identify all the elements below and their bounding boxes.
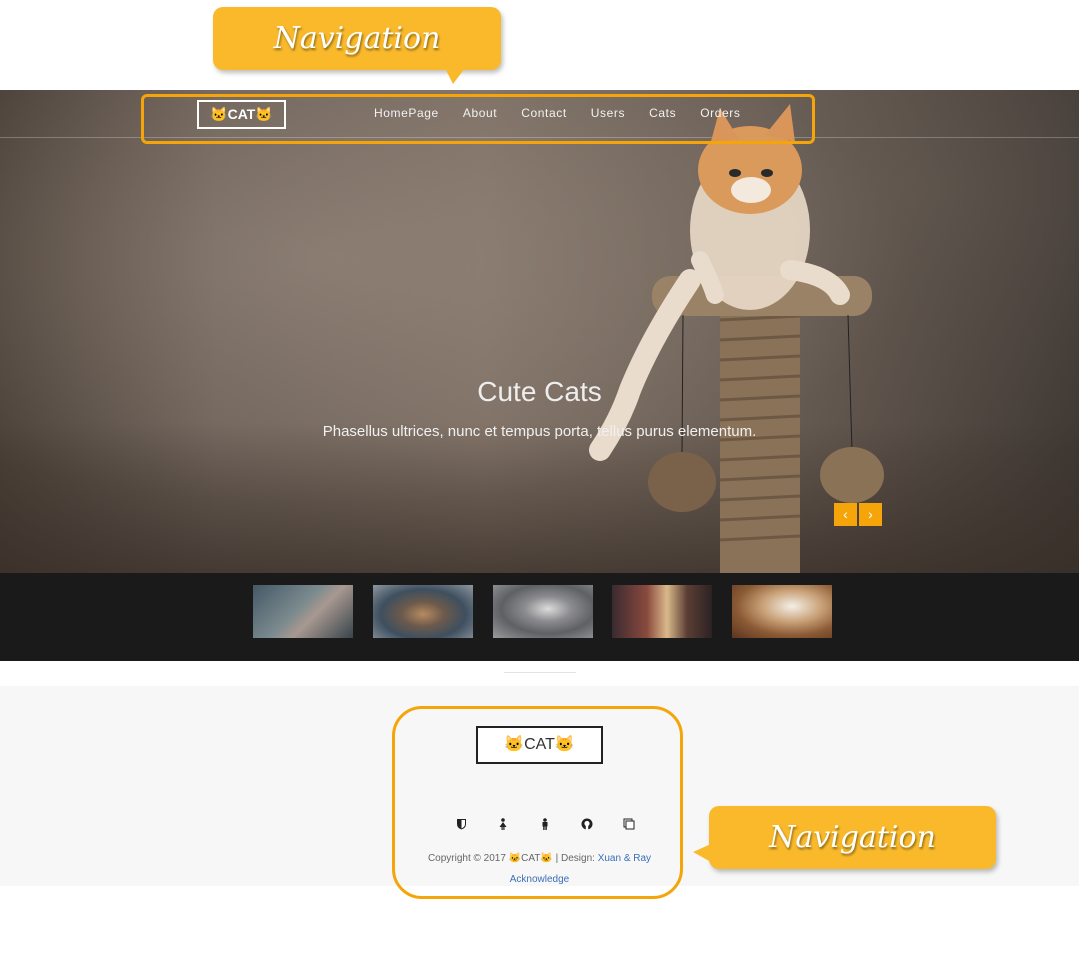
nav-link-contact[interactable]: Contact (509, 106, 579, 120)
nav-link-about[interactable]: About (451, 106, 509, 120)
github-icon[interactable] (566, 818, 608, 833)
nav-link-users[interactable]: Users (579, 106, 637, 120)
nav-link-orders[interactable]: Orders (688, 106, 752, 120)
navigation-callout-top: Navigation (213, 7, 501, 84)
hero-subtitle: Phasellus ultrices, nunc et tempus porta… (322, 423, 757, 440)
carousel-next-button[interactable]: › (859, 503, 882, 526)
cat-thumbnail-3[interactable] (493, 585, 593, 638)
navbar-logo[interactable]: 🐱CAT🐱 (197, 100, 286, 129)
navigation-callout-bottom: Navigation (693, 806, 996, 869)
cat-thumbnail-4[interactable] (612, 585, 712, 638)
hero-title: Cute Cats (477, 376, 602, 407)
copyright-text: Copyright © 2017 🐱CAT🐱 | Design: (427, 853, 598, 864)
female-user-icon[interactable] (482, 818, 524, 833)
cat-thumbnail-1[interactable] (253, 585, 353, 638)
main-navigation: HomePage About Contact Users Cats Orders (362, 106, 752, 120)
nav-link-homepage[interactable]: HomePage (362, 106, 451, 120)
page: Navigation Cute Cats Phasellus ultrices,… (0, 0, 1079, 958)
hero-carousel: Cute Cats Phasellus ultrices, nunc et te… (0, 90, 1079, 573)
carousel-prev-button[interactable]: ‹ (834, 503, 857, 526)
cat-thumbnail-5[interactable] (732, 585, 832, 638)
footer-logo[interactable]: 🐱CAT🐱 (476, 726, 603, 764)
kitten-on-scratching-post-image (589, 104, 884, 573)
carousel-controls: ‹ › (834, 503, 882, 526)
social-links (440, 818, 650, 833)
designer-link[interactable]: Xuan & Ray (598, 853, 651, 864)
copy-icon[interactable] (608, 818, 650, 833)
nav-link-cats[interactable]: Cats (637, 106, 688, 120)
thumbnail-strip (0, 573, 1079, 661)
section-divider (504, 672, 576, 673)
chevron-right-icon: › (868, 506, 873, 522)
male-user-icon[interactable] (524, 818, 566, 833)
shield-icon[interactable] (440, 818, 482, 833)
acknowledge-link[interactable]: Acknowledge (510, 874, 569, 885)
chevron-left-icon: ‹ (843, 506, 848, 522)
cat-thumbnail-2[interactable] (373, 585, 473, 638)
acknowledge-line: Acknowledge (0, 874, 1079, 885)
